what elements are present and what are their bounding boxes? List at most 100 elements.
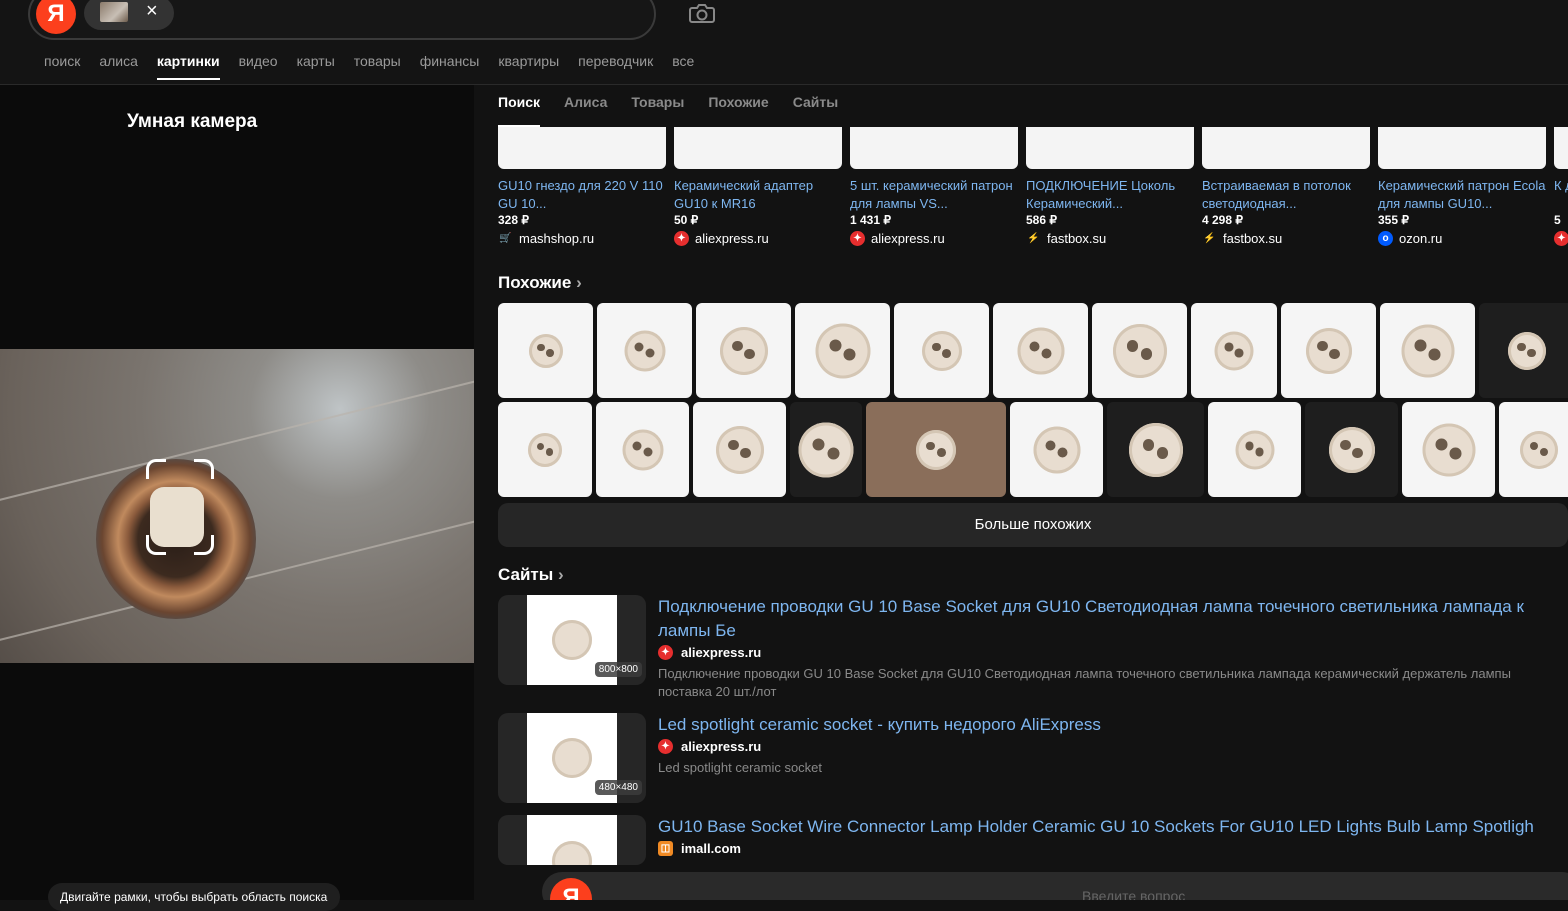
product-title[interactable]: Керамический адаптер GU10 к MR16: [674, 177, 842, 213]
socket-image: [528, 333, 563, 368]
product-title[interactable]: К д: [1554, 177, 1568, 213]
product-image[interactable]: [1554, 127, 1568, 169]
site-thumbnail[interactable]: 480×480: [498, 713, 646, 803]
site-title-link[interactable]: Led spotlight ceramic socket - купить не…: [658, 713, 1568, 737]
similar-image-thumb[interactable]: [866, 402, 1006, 497]
frame-corner-handle[interactable]: [146, 535, 166, 555]
nav-poisk[interactable]: поиск: [44, 53, 80, 78]
similar-image-thumb[interactable]: [1305, 402, 1398, 497]
results-tabs: Поиск Алиса Товары Похожие Сайты: [498, 85, 862, 127]
product-card[interactable]: К д5 ✦: [1554, 127, 1568, 246]
nav-karty[interactable]: карты: [297, 53, 335, 78]
product-title[interactable]: GU10 гнездо для 220 V 110 GU 10...: [498, 177, 666, 213]
site-thumbnail[interactable]: 800×800: [498, 595, 646, 685]
product-price: 586 ₽: [1026, 213, 1057, 227]
product-card[interactable]: Встраиваемая в потолок светодиодная... 4 …: [1202, 127, 1370, 246]
product-title[interactable]: Керамический патрон Ecola для лампы GU10…: [1378, 177, 1546, 213]
services-nav: поиск алиса картинки видео карты товары …: [44, 53, 713, 80]
similar-image-thumb[interactable]: [1010, 402, 1103, 497]
nav-kartinki[interactable]: картинки: [156, 53, 220, 80]
product-card[interactable]: Керамический патрон Ecola для лампы GU10…: [1378, 127, 1546, 246]
product-shop[interactable]: ⚡ fastbox.su: [1026, 231, 1194, 246]
product-image[interactable]: [1378, 127, 1546, 169]
similar-image-thumb[interactable]: [894, 303, 989, 398]
camera-icon[interactable]: [688, 0, 716, 26]
socket-image: [1401, 324, 1454, 377]
product-image[interactable]: [1202, 127, 1370, 169]
similar-image-thumb[interactable]: [693, 402, 786, 497]
nav-tovary[interactable]: товары: [354, 53, 401, 78]
site-host[interactable]: ✦ aliexpress.ru: [658, 645, 761, 660]
product-image[interactable]: [1026, 127, 1194, 169]
similar-image-thumb[interactable]: [1191, 303, 1277, 398]
product-shop-label: aliexpress.ru: [871, 231, 945, 246]
product-image[interactable]: [498, 127, 666, 169]
product-title[interactable]: ПОДКЛЮЧЕНИЕ Цоколь Керамический...: [1026, 177, 1194, 213]
alice-input-placeholder[interactable]: Введите вопрос: [1082, 888, 1185, 900]
product-shop[interactable]: ✦ aliexpress.ru: [850, 231, 1018, 246]
tab-pohozhie[interactable]: Похожие: [708, 85, 768, 127]
product-title[interactable]: Встраиваемая в потолок светодиодная...: [1202, 177, 1370, 213]
product-shop[interactable]: ✦: [1554, 231, 1568, 246]
site-host[interactable]: ✦ aliexpress.ru: [658, 739, 761, 754]
products-row: GU10 гнездо для 220 V 110 GU 10... 328 ₽ 🛒…: [498, 127, 1568, 246]
similar-image-thumb[interactable]: [498, 402, 592, 497]
product-shop[interactable]: 🛒 mashshop.ru: [498, 231, 666, 246]
similar-image-thumb[interactable]: [1499, 402, 1568, 497]
product-card[interactable]: ПОДКЛЮЧЕНИЕ Цоколь Керамический... 586 ₽ ⚡…: [1026, 127, 1194, 246]
nav-perevodchik[interactable]: переводчик: [578, 53, 653, 78]
nav-video[interactable]: видео: [239, 53, 278, 78]
tab-tovary[interactable]: Товары: [631, 85, 684, 127]
frame-corner-handle[interactable]: [146, 459, 166, 479]
product-title[interactable]: 5 шт. керамический патрон для лампы VS..…: [850, 177, 1018, 213]
site-title-link[interactable]: GU10 Base Socket Wire Connector Lamp Hol…: [658, 815, 1568, 839]
similar-image-thumb[interactable]: [1092, 303, 1187, 398]
close-icon[interactable]: ×: [146, 0, 158, 23]
tab-saity[interactable]: Сайты: [793, 85, 839, 127]
product-shop[interactable]: ✦ aliexpress.ru: [674, 231, 842, 246]
alice-input-bar[interactable]: Я Введите вопрос: [542, 872, 1568, 900]
site-host[interactable]: ◫ imall.com: [658, 841, 741, 856]
socket-image: [1422, 423, 1475, 476]
nav-kvartiry[interactable]: квартиры: [498, 53, 559, 78]
similar-image-thumb[interactable]: [597, 303, 692, 398]
similar-image-thumb[interactable]: [596, 402, 689, 497]
similar-image-thumb[interactable]: [498, 303, 593, 398]
similar-image-thumb[interactable]: [1208, 402, 1301, 497]
nav-alisa[interactable]: алиса: [99, 53, 138, 78]
similar-image-thumb[interactable]: [795, 303, 890, 398]
similar-image-thumb[interactable]: [1402, 402, 1495, 497]
frame-corner-handle[interactable]: [194, 535, 214, 555]
similar-image-thumb[interactable]: [790, 402, 862, 497]
similar-image-thumb[interactable]: [696, 303, 791, 398]
sites-title[interactable]: Сайты ›: [498, 565, 564, 585]
similar-image-thumb[interactable]: [1281, 303, 1376, 398]
socket-image: [552, 620, 592, 660]
product-shop[interactable]: o ozon.ru: [1378, 231, 1546, 246]
product-shop[interactable]: ⚡ fastbox.su: [1202, 231, 1370, 246]
frame-corner-handle[interactable]: [194, 459, 214, 479]
nav-vse[interactable]: все: [672, 53, 694, 78]
panel-title: Умная камера: [127, 111, 258, 132]
socket-image: [1305, 327, 1352, 374]
nav-finansy[interactable]: финансы: [420, 53, 480, 78]
yandex-logo[interactable]: Я: [550, 878, 592, 900]
selection-frame[interactable]: [146, 459, 214, 555]
similar-image-thumb[interactable]: [1479, 303, 1568, 398]
product-image[interactable]: [850, 127, 1018, 169]
socket-image: [921, 330, 962, 371]
similar-title[interactable]: Похожие ›: [498, 273, 582, 293]
more-similar-button[interactable]: Больше похожих: [498, 503, 1568, 547]
image-query-chip[interactable]: ×: [84, 0, 174, 30]
similar-image-thumb[interactable]: [1380, 303, 1475, 398]
similar-image-thumb[interactable]: [1107, 402, 1204, 497]
site-title-link[interactable]: Подключение проводки GU 10 Base Socket д…: [658, 595, 1568, 643]
product-card[interactable]: GU10 гнездо для 220 V 110 GU 10... 328 ₽ 🛒…: [498, 127, 666, 246]
product-image[interactable]: [674, 127, 842, 169]
site-thumbnail[interactable]: [498, 815, 646, 865]
tab-poisk[interactable]: Поиск: [498, 85, 541, 127]
similar-image-thumb[interactable]: [993, 303, 1088, 398]
tab-alisa[interactable]: Алиса: [564, 85, 607, 127]
product-card[interactable]: Керамический адаптер GU10 к MR16 50 ₽ ✦ ali…: [674, 127, 842, 246]
product-card[interactable]: 5 шт. керамический патрон для лампы VS..…: [850, 127, 1018, 246]
